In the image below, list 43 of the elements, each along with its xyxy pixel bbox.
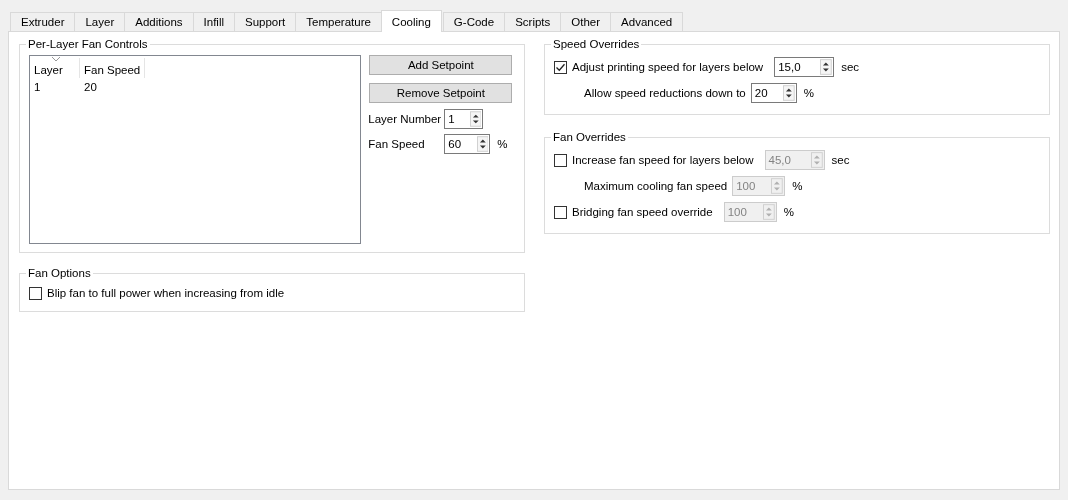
group-title: Fan Options	[27, 267, 92, 279]
field-label: Allow speed reductions down to	[584, 87, 746, 99]
unit-label: %	[497, 137, 508, 150]
spin-arrows-icon[interactable]	[783, 85, 795, 101]
tab[interactable]: Cooling	[380, 10, 442, 32]
unit-label: %	[803, 87, 814, 99]
field-label: Fan Speed	[368, 137, 426, 150]
spin-box[interactable]: 60	[444, 133, 491, 154]
setpoint-button[interactable]: Add Setpoint	[369, 55, 513, 75]
option-label: Bridging fan speed override	[572, 206, 713, 218]
group-title: Speed Overrides	[552, 38, 641, 50]
field-label: Layer Number	[368, 112, 443, 125]
unit-label: sec	[831, 154, 850, 166]
tab[interactable]: G-Code	[442, 12, 506, 31]
spin-arrows-icon[interactable]	[469, 110, 482, 127]
option-label: Increase fan speed for layers below	[572, 154, 754, 166]
spin-arrows-icon[interactable]	[820, 59, 833, 75]
tab[interactable]: Temperature	[295, 12, 382, 31]
spin-box[interactable]: 15,0	[774, 57, 835, 77]
spin-arrows-icon[interactable]	[476, 135, 489, 152]
tab[interactable]: Extruder	[10, 12, 76, 31]
spin-box[interactable]: 20	[750, 83, 797, 103]
tab[interactable]: Scripts	[504, 12, 562, 31]
unit-label: %	[783, 206, 794, 218]
checkbox[interactable]	[29, 286, 42, 300]
spin-box[interactable]: 1	[444, 108, 484, 129]
tab[interactable]: Support	[234, 12, 297, 31]
group-title: Per-Layer Fan Controls	[27, 38, 149, 50]
setpoint-button[interactable]: Remove Setpoint	[369, 83, 513, 103]
column-header[interactable]: Layer	[30, 58, 80, 78]
sort-caret-icon[interactable]	[51, 56, 61, 62]
column-header[interactable]: Fan Speed	[80, 58, 146, 78]
unit-label: sec	[841, 61, 860, 73]
option-label: Blip fan to full power when increasing from idle	[47, 287, 285, 299]
tab[interactable]: Layer	[74, 12, 126, 31]
group-title: Fan Overrides	[552, 131, 627, 143]
checkbox[interactable]	[554, 60, 567, 74]
table-cell-text: 20	[83, 80, 98, 93]
table-cell-text: 1	[33, 80, 42, 93]
option-label: Adjust printing speed for layers below	[572, 61, 764, 73]
tab[interactable]: Advanced	[610, 12, 684, 31]
field-label: Maximum cooling fan speed	[584, 180, 728, 192]
unit-label: %	[792, 180, 803, 192]
